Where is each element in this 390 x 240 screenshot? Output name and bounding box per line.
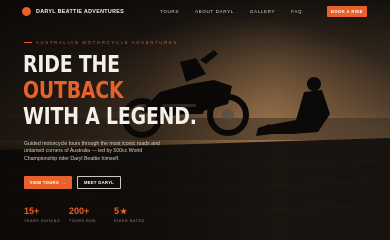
nav-link-gallery[interactable]: GALLERY [250,9,275,14]
stat-label: YEARS GUIDING [24,219,61,223]
stat-label: TOURS RUN [69,219,96,223]
stat-tours-run: 200+ TOURS RUN [69,206,114,223]
stat-value-rating: 5 ★ [114,206,159,216]
stat-label: RIDER RATED [114,219,145,223]
view-tours-button[interactable]: VIEW TOURS → [24,176,72,189]
star-icon: ★ [120,206,128,216]
stat-value: 15+ [24,206,40,216]
stat-value: 200+ [69,206,90,216]
stat-years-guiding: 15+ YEARS GUIDING [24,206,69,223]
rating-number: 5 [114,206,120,216]
stat-rider-rated: 5 ★ RIDER RATED [114,206,159,223]
brand-name: DARYL BEATTIE ADVENTURES [36,8,125,15]
meet-daryl-label: MEET DARYL [83,180,115,185]
headline-line-3: WITH A LEGEND. [23,104,197,130]
hero-lede: Guided motorcycle tours through the most… [24,141,160,162]
nav-link-about-daryl[interactable]: ABOUT DARYL [195,9,234,14]
eyebrow: AUSTRALIAN MOTORCYCLE ADVENTURES [24,40,178,45]
meet-daryl-button[interactable]: MEET DARYL [77,176,121,189]
headline-line-2: OUTBACK [23,78,124,104]
nav-link-faq[interactable]: FAQ [291,9,302,14]
logo-icon [22,7,31,16]
headline-line-1: RIDE THE [23,52,120,78]
arrow-right-icon: → [61,180,67,185]
eyebrow-text: AUSTRALIAN MOTORCYCLE ADVENTURES [36,40,178,45]
hero-headline: RIDE THE OUTBACK WITH A LEGEND. [23,52,197,130]
stats-row: 15+ YEARS GUIDING 200+ TOURS RUN 5 ★ RID… [24,206,159,223]
nav-link-tours[interactable]: TOURS [160,9,179,14]
brand[interactable]: DARYL BEATTIE ADVENTURES [22,7,124,16]
top-nav: DARYL BEATTIE ADVENTURES TOURS ABOUT DAR… [0,0,390,24]
eyebrow-divider [24,42,32,43]
book-a-ride-button[interactable]: BOOK A RIDE [327,6,367,17]
nav-links: TOURS ABOUT DARYL GALLERY FAQ [160,9,302,14]
view-tours-label: VIEW TOURS [29,180,59,185]
